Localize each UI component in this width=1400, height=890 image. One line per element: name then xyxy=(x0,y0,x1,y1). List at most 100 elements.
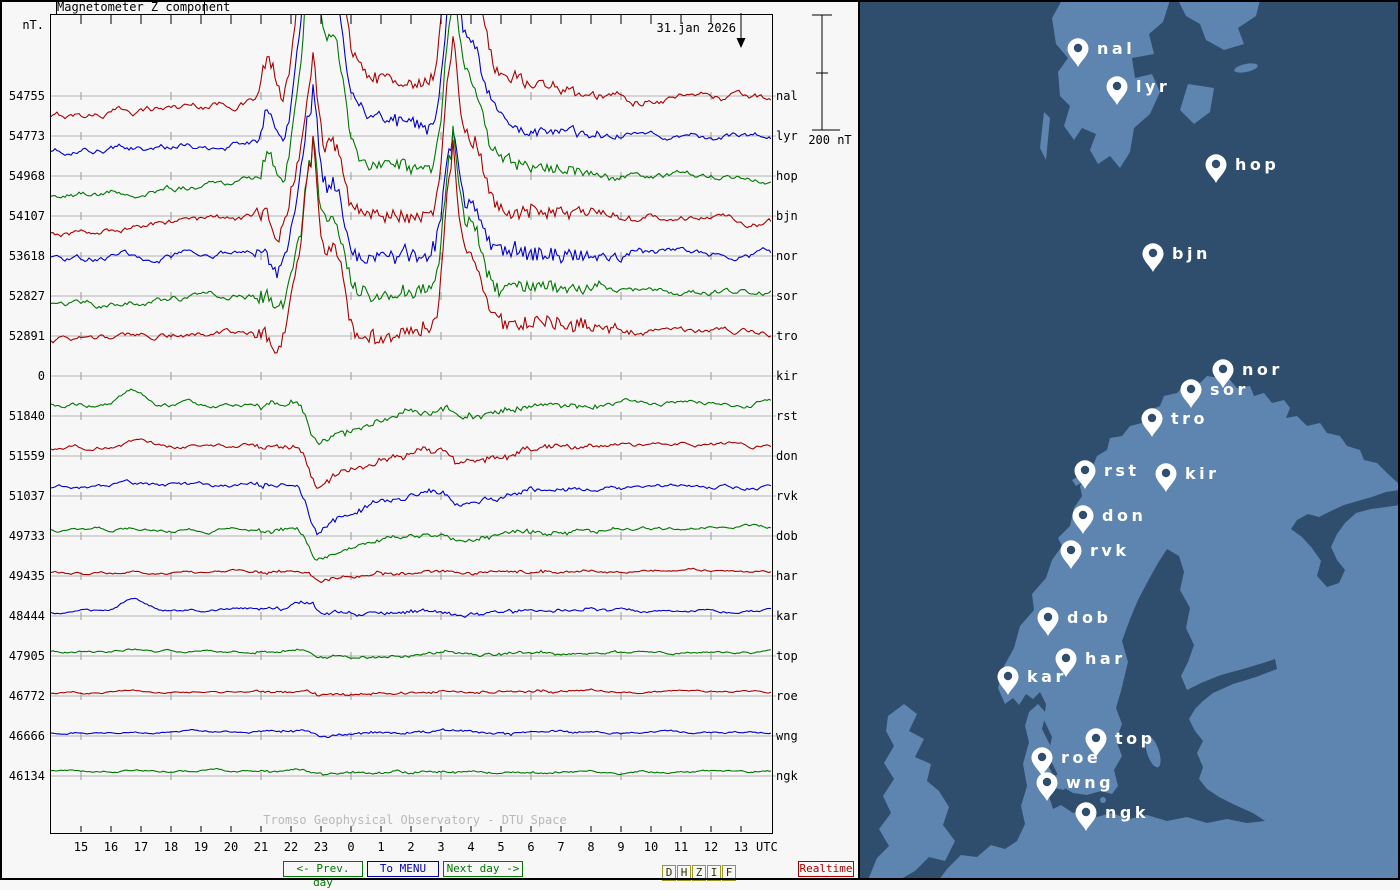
hour-label-23: 23 xyxy=(314,840,328,854)
pin-hole xyxy=(1042,777,1052,787)
hour-label-19: 19 xyxy=(194,840,208,854)
component-i-button[interactable]: I xyxy=(707,865,721,881)
axis-value-don: 51559 xyxy=(9,449,45,463)
scale-bar xyxy=(812,14,840,131)
pin-hole xyxy=(1003,671,1013,681)
trace-dob xyxy=(51,523,771,561)
hour-label-13: 13 xyxy=(734,840,748,854)
axis-value-lyr: 54773 xyxy=(9,129,45,143)
pin-hole xyxy=(1148,248,1158,258)
pin-hole xyxy=(1186,384,1196,394)
axis-value-top: 47905 xyxy=(9,649,45,663)
axis-value-bjn: 54107 xyxy=(9,209,45,223)
axis-value-ngk: 46134 xyxy=(9,769,45,783)
station-label-top: top xyxy=(776,649,798,663)
station-label-roe: roe xyxy=(776,689,798,703)
station-label-bjn: bjn xyxy=(776,209,798,223)
trace-don xyxy=(51,438,771,489)
trace-rvk xyxy=(51,479,771,536)
station-label-wng: wng xyxy=(776,729,798,743)
pin-hole xyxy=(1078,510,1088,520)
unit-label: nT. xyxy=(22,18,44,32)
trace-sor xyxy=(51,125,771,311)
station-label-sor: sor xyxy=(776,289,798,303)
hour-label-9: 9 xyxy=(617,840,624,854)
pin-hole xyxy=(1037,752,1047,762)
trace-roe xyxy=(51,688,771,697)
date-arrow-icon xyxy=(736,13,746,48)
realtime-button[interactable]: Realtime xyxy=(798,861,854,877)
pin-hole xyxy=(1066,545,1076,555)
axis-value-sor: 52827 xyxy=(9,289,45,303)
pin-hole xyxy=(1161,468,1171,478)
trace-tro xyxy=(51,135,771,354)
plot-title: Magnetometer Z component xyxy=(56,0,231,14)
map-pin-label-tro: tro xyxy=(1171,409,1208,428)
stackplot-panel: 54755 nal 54773 lyr 54968 hop 54107 bjn 53618 nor… xyxy=(0,0,860,889)
pin-hole xyxy=(1081,807,1091,817)
hour-label-2: 2 xyxy=(407,840,414,854)
hour-label-7: 7 xyxy=(557,840,564,854)
axis-value-wng: 46666 xyxy=(9,729,45,743)
pin-hole xyxy=(1211,159,1221,169)
hour-label-16: 16 xyxy=(104,840,118,854)
map-pin-label-hop: hop xyxy=(1235,155,1279,174)
prev-day-button[interactable]: <- Prev. day xyxy=(283,861,363,889)
hour-label-1: 1 xyxy=(377,840,384,854)
station-label-nor: nor xyxy=(776,249,798,263)
utc-label: UTC xyxy=(756,840,778,854)
next-day-button[interactable]: Next day -> xyxy=(443,861,523,877)
hour-label-5: 5 xyxy=(497,840,504,854)
hour-label-20: 20 xyxy=(224,840,238,854)
map-pin-label-sor: sor xyxy=(1210,380,1249,399)
map-pin-label-bjn: bjn xyxy=(1172,244,1211,263)
trace-har xyxy=(51,567,771,584)
component-d-button[interactable]: D xyxy=(662,865,676,881)
axis-value-har: 49435 xyxy=(9,569,45,583)
axis-value-tro: 52891 xyxy=(9,329,45,343)
hour-label-15: 15 xyxy=(74,840,88,854)
hour-label-4: 4 xyxy=(467,840,474,854)
pin-hole xyxy=(1061,653,1071,663)
station-label-kir: kir xyxy=(776,369,798,383)
station-map: nal lyr hop bjn nor sor tro rst kir don rvk dob har k… xyxy=(860,0,1400,880)
component-switch: DHZIF xyxy=(662,861,737,881)
axis-value-nal: 54755 xyxy=(9,89,45,103)
hour-label-12: 12 xyxy=(704,840,718,854)
hour-label-6: 6 xyxy=(527,840,534,854)
map-pin-label-rst: rst xyxy=(1104,461,1140,480)
axis-value-roe: 46772 xyxy=(9,689,45,703)
map-pin-label-nor: nor xyxy=(1242,360,1283,379)
pin-hole xyxy=(1091,733,1101,743)
hour-label-11: 11 xyxy=(674,840,688,854)
magnetogram-plot: 54755 nal54773 lyr54968 hop54107 bjn53618 nor… xyxy=(9,13,840,854)
scalebar-label: 200 nT xyxy=(808,133,852,147)
map-pin-label-wng: wng xyxy=(1066,773,1114,792)
component-f-button[interactable]: F xyxy=(722,865,736,881)
hour-label-22: 22 xyxy=(284,840,298,854)
hour-label-21: 21 xyxy=(254,840,268,854)
grid-lines: 54755 nal 54773 lyr 54968 hop 54107 bjn 53618 nor… xyxy=(9,89,799,783)
station-label-har: har xyxy=(776,569,798,583)
component-z-button[interactable]: Z xyxy=(692,865,706,881)
station-label-kar: kar xyxy=(776,609,798,623)
station-label-hop: hop xyxy=(776,169,798,183)
magnetometer-traces xyxy=(51,15,771,776)
station-label-don: don xyxy=(776,449,798,463)
map-pin-label-dob: dob xyxy=(1067,608,1111,627)
trace-rst xyxy=(51,388,771,446)
to-menu-button[interactable]: To MENU xyxy=(367,861,439,877)
hour-label-10: 10 xyxy=(644,840,658,854)
station-label-tro: tro xyxy=(776,329,798,343)
axis-value-nor: 53618 xyxy=(9,249,45,263)
map-pin-label-kir: kir xyxy=(1185,464,1220,483)
pin-hole xyxy=(1147,413,1157,423)
observatory-credit: Tromso Geophysical Observatory - DTU Spa… xyxy=(263,813,567,827)
date-label: 31.jan 2026 xyxy=(656,21,736,35)
component-h-button[interactable]: H xyxy=(677,865,691,881)
station-label-rst: rst xyxy=(776,409,798,423)
trace-kar xyxy=(51,597,771,619)
map-pin-label-har: har xyxy=(1085,649,1126,668)
hour-label-18: 18 xyxy=(164,840,178,854)
station-label-rvk: rvk xyxy=(776,489,798,503)
